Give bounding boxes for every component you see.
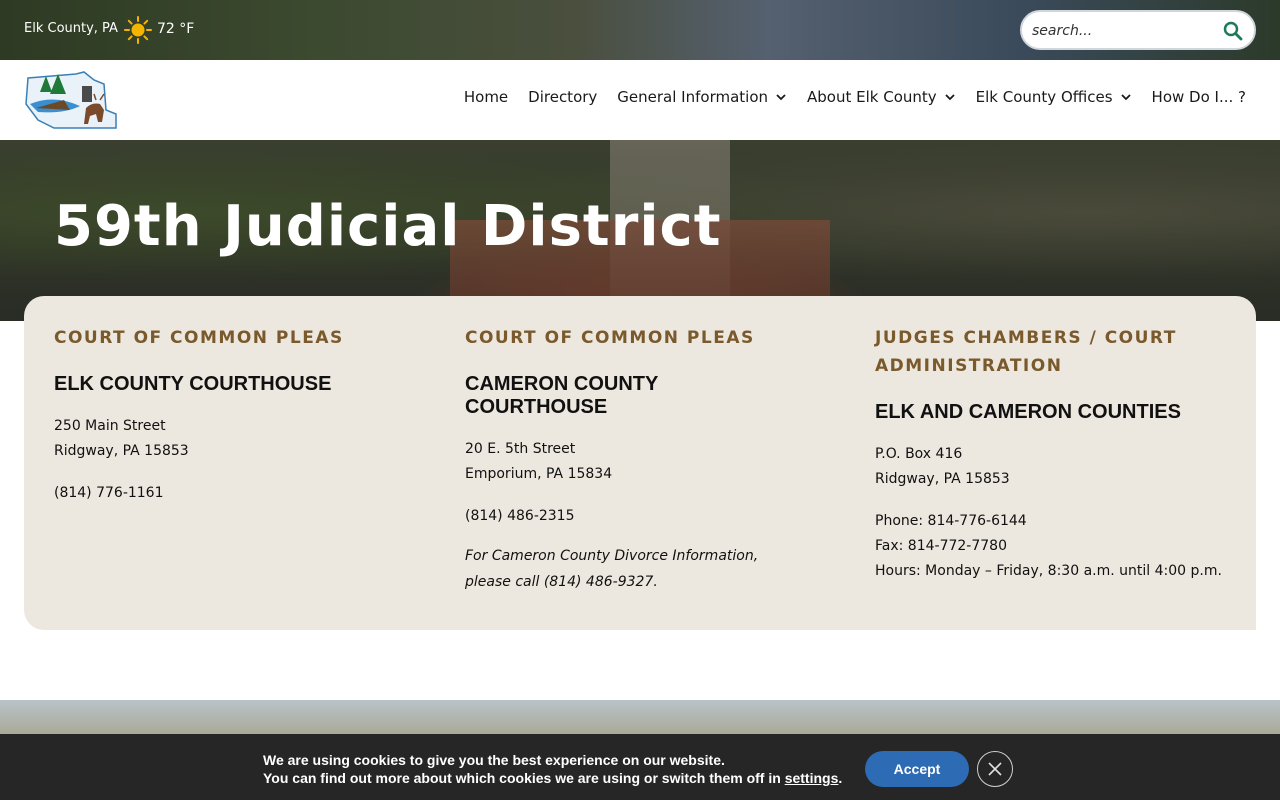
cookie-message-line: We are using cookies to give you the bes…: [263, 752, 725, 768]
address-line: Emporium, PA 15834: [465, 466, 613, 482]
cookie-message: We are using cookies to give you the bes…: [263, 751, 842, 787]
cameron-courthouse-column: COURT OF COMMON PLEAS CAMERON COUNTY COU…: [465, 324, 825, 595]
nav-elk-county-offices[interactable]: Elk County Offices: [976, 88, 1132, 106]
nav-how-do-i[interactable]: How Do I... ?: [1152, 88, 1246, 106]
search-icon[interactable]: [1222, 20, 1244, 42]
contact-details: Phone: 814-776-6144 Fax: 814-772-7780 Ho…: [875, 509, 1245, 584]
elk-courthouse-column: COURT OF COMMON PLEAS ELK COUNTY COURTHO…: [54, 324, 414, 506]
address-line: P.O. Box 416: [875, 446, 963, 462]
nav-how-do-i-label: How Do I... ?: [1151, 88, 1246, 106]
chevron-down-icon: [945, 94, 955, 101]
column-heading: ELK AND CAMERON COUNTIES: [875, 401, 1181, 423]
heading-line: COURTHOUSE: [465, 396, 608, 418]
nav-about-elk-county[interactable]: About Elk County: [807, 88, 956, 106]
heading-line: CAMERON COUNTY: [465, 373, 659, 395]
cookie-notice: We are using cookies to give you the bes…: [0, 734, 1280, 800]
column-address: 20 E. 5th Street Emporium, PA 15834: [465, 437, 825, 487]
nav-general-information-label: General Information: [617, 88, 769, 106]
court-info-card: COURT OF COMMON PLEAS ELK COUNTY COURTHO…: [24, 296, 1256, 630]
column-address: 250 Main Street Ridgway, PA 15853: [54, 414, 414, 464]
county-logo[interactable]: [24, 70, 118, 130]
cookie-message-line: You can find out more about which cookie…: [263, 769, 842, 787]
chevron-down-icon: [776, 94, 786, 101]
top-bar: Elk County, PA 72 °F: [0, 0, 1280, 60]
close-cookie-button[interactable]: [977, 751, 1013, 787]
judges-chambers-column: JUDGES CHAMBERS / COURT ADMINISTRATION E…: [875, 324, 1245, 584]
search-input[interactable]: [1032, 20, 1222, 42]
address-line: 20 E. 5th Street: [465, 441, 576, 457]
cookie-message-text: You can find out more about which cookie…: [263, 770, 785, 786]
search-box: [1020, 10, 1256, 50]
office-hours: Hours: Monday – Friday, 8:30 a.m. until …: [875, 563, 1222, 579]
divorce-info-note: For Cameron County Divorce Information, …: [465, 543, 825, 595]
phone-number[interactable]: Phone: 814-776-6144: [875, 509, 1245, 534]
column-heading: CAMERON COUNTY COURTHOUSE: [465, 373, 825, 419]
note-line: please call (814) 486-9327.: [465, 574, 658, 590]
temperature-label: 72 °F: [157, 21, 195, 37]
cookie-message-suffix: .: [838, 770, 843, 786]
nav-general-information[interactable]: General Information: [617, 88, 787, 106]
column-heading: ELK COUNTY COURTHOUSE: [54, 373, 332, 395]
fax-number: Fax: 814-772-7780: [875, 538, 1007, 554]
nav-directory[interactable]: Directory: [528, 88, 597, 106]
nav-elk-county-offices-label: Elk County Offices: [975, 88, 1113, 106]
main-nav: Home Directory General Information About…: [444, 88, 1246, 106]
sun-icon: [124, 16, 152, 44]
close-icon: [988, 762, 1002, 776]
nav-directory-label: Directory: [528, 88, 598, 106]
nav-home[interactable]: Home: [464, 88, 508, 106]
address-line: Ridgway, PA 15853: [875, 471, 1010, 487]
column-eyebrow: COURT OF COMMON PLEAS: [54, 328, 344, 348]
note-line: For Cameron County Divorce Information,: [465, 548, 759, 564]
location-label: Elk County, PA: [24, 21, 118, 36]
address-line: Ridgway, PA 15853: [54, 443, 189, 459]
column-eyebrow: JUDGES CHAMBERS / COURT ADMINISTRATION: [875, 324, 1245, 380]
cookie-settings-link[interactable]: settings: [785, 770, 839, 786]
eyebrow-line: ADMINISTRATION: [875, 356, 1063, 376]
address-line: 250 Main Street: [54, 418, 166, 434]
accept-cookies-button[interactable]: Accept: [865, 751, 969, 787]
nav-about-elk-county-label: About Elk County: [807, 88, 937, 106]
phone-number[interactable]: (814) 776-1161: [54, 481, 414, 506]
column-eyebrow: COURT OF COMMON PLEAS: [465, 328, 755, 348]
chevron-down-icon: [1120, 94, 1131, 101]
site-header: Home Directory General Information About…: [0, 60, 1280, 140]
column-address: P.O. Box 416 Ridgway, PA 15853: [875, 442, 1245, 492]
eyebrow-line: JUDGES CHAMBERS / COURT: [875, 328, 1177, 348]
phone-number[interactable]: (814) 486-2315: [465, 504, 825, 529]
page-title: 59th Judicial District: [54, 194, 722, 259]
nav-home-label: Home: [463, 88, 509, 106]
hero-banner: 59th Judicial District: [0, 140, 1280, 321]
